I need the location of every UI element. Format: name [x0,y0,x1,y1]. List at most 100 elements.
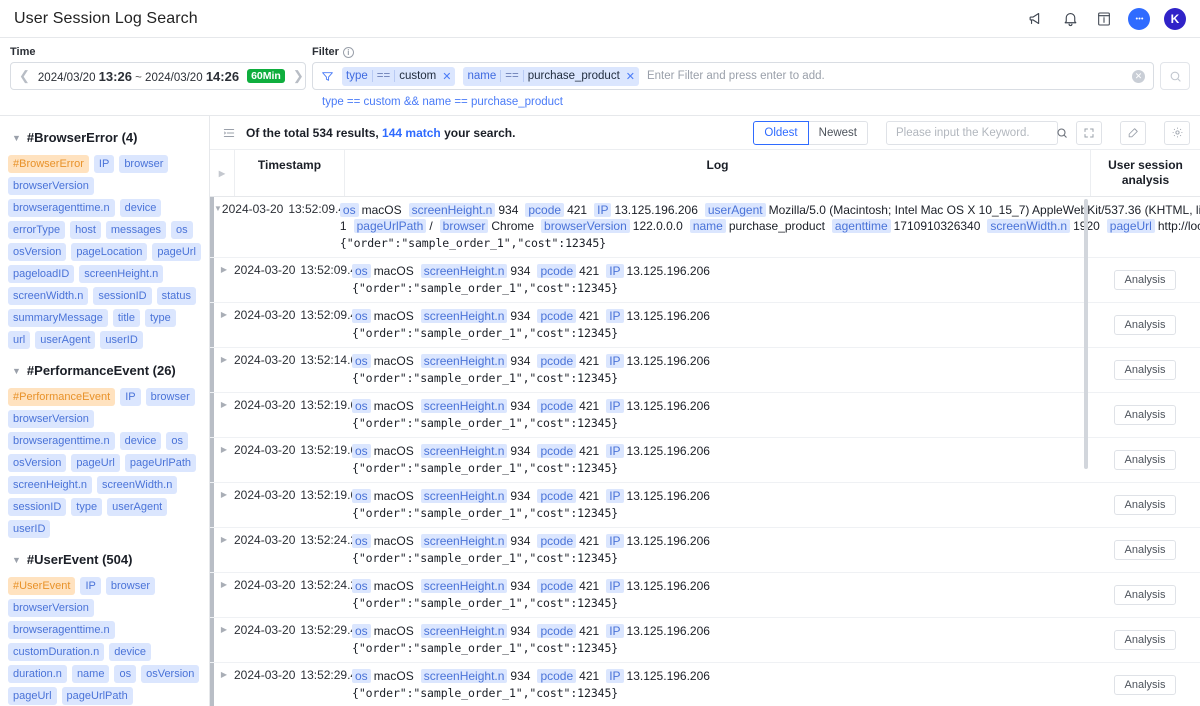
sidebar-field-tag[interactable]: browseragenttime.n [8,621,115,639]
sidebar-field-tag[interactable]: pageUrlPath [61,687,133,705]
log-field-key[interactable]: pcode [537,579,577,593]
log-field-key[interactable]: pcode [537,444,577,458]
settings-gear-button[interactable] [1164,120,1190,145]
sidebar-field-tag[interactable]: IP [93,155,115,173]
keyword-search-box[interactable] [886,120,1067,145]
log-field-key[interactable]: os [352,354,371,368]
log-field-key[interactable]: os [352,399,371,413]
sidebar-field-tag[interactable]: browser [119,155,169,173]
results-scrollbar-thumb[interactable] [1084,199,1088,469]
fullscreen-button[interactable] [1076,120,1102,145]
highlighter-button[interactable] [1120,120,1146,145]
sidebar-field-tag[interactable]: IP [120,388,141,406]
log-field-key[interactable]: screenHeight.n [420,264,508,278]
table-row[interactable]: ▶ 2024-03-20 13:52:19.627 os macOS screenHeig… [210,393,1200,438]
log-field-key[interactable]: screenHeight.n [420,489,508,503]
sidebar-field-tag[interactable]: osVersion [141,665,200,683]
sidebar-field-tag[interactable]: browserVersion [8,177,94,195]
sidebar-field-tag[interactable]: browserVersion [8,599,94,617]
log-field-key[interactable]: pageUrl [1106,219,1155,233]
collapse-all-icon[interactable] [222,126,236,140]
sidebar-field-tag[interactable]: screenWidth.n [8,287,89,305]
log-field-key[interactable]: screenHeight.n [420,399,508,413]
row-expand-toggle[interactable]: ▶ [214,258,234,302]
search-icon[interactable] [1056,127,1068,139]
analysis-button[interactable]: Analysis [1113,585,1177,605]
time-prev-button[interactable]: ❮ [17,68,32,84]
log-field-key[interactable]: screenHeight.n [408,203,496,217]
sidebar-field-tag[interactable]: name [71,665,110,683]
sidebar-field-tag[interactable]: host [70,221,101,239]
table-row[interactable]: ▶ 2024-03-20 13:52:29.484 os macOS screenHeig… [210,618,1200,663]
results-table-body[interactable]: ▼ 2024-03-20 13:52:09.443 os macOS screenHeig… [210,197,1200,706]
sidebar-field-tag[interactable]: browseragenttime.n [8,199,115,217]
log-field-key[interactable]: IP [606,534,624,548]
sidebar-group-header[interactable]: ▼ #BrowserError (4) [12,130,201,145]
sidebar-field-tag[interactable]: duration.n [8,665,67,683]
log-field-key[interactable]: browser [439,219,489,233]
sidebar-group-header[interactable]: ▼ #PerformanceEvent (26) [12,363,201,378]
analysis-button[interactable]: Analysis [1113,405,1177,425]
sidebar-field-tag[interactable]: pageUrl [152,243,201,261]
log-field-key[interactable]: IP [606,309,624,323]
log-field-key[interactable]: browserVersion [541,219,630,233]
keyword-input[interactable] [894,125,1052,140]
chevron-down-icon[interactable]: ▼ [12,366,21,376]
clear-icon[interactable]: ✕ [1132,69,1145,83]
analysis-button[interactable]: Analysis [1113,315,1177,335]
table-row[interactable]: ▶ 2024-03-20 13:52:24.299 os macOS screenHeig… [210,573,1200,618]
row-expand-toggle[interactable]: ▶ [214,528,234,572]
log-field-key[interactable]: IP [606,579,624,593]
sidebar-field-tag[interactable]: IP [80,577,101,595]
log-field-key[interactable]: IP [606,399,624,413]
log-field-key[interactable]: os [352,444,371,458]
row-expand-toggle[interactable]: ▶ [214,483,234,527]
row-expand-toggle[interactable]: ▶ [214,573,234,617]
log-field-key[interactable]: screenHeight.n [420,309,508,323]
sidebar-field-tag[interactable]: screenHeight.n [79,265,164,283]
sidebar-field-tag[interactable]: os [171,221,193,239]
search-submit-button[interactable] [1160,62,1190,90]
log-field-key[interactable]: userAgent [704,203,766,217]
sidebar-category-tag[interactable]: #UserEvent [8,577,76,595]
log-field-key[interactable]: os [352,624,371,638]
sidebar-field-tag[interactable]: browser [145,388,195,406]
info-icon[interactable]: i [342,46,354,58]
row-expand-toggle[interactable]: ▶ [214,663,234,706]
sidebar-field-tag[interactable]: userAgent [35,331,96,349]
filter-chip-remove-icon[interactable]: ✕ [442,70,451,83]
sort-order-toggle[interactable]: Oldest Newest [753,120,868,145]
log-field-key[interactable]: os [352,669,371,683]
log-field-key[interactable]: pcode [537,534,577,548]
table-row[interactable]: ▶ 2024-03-20 13:52:29.484 os macOS screenHeig… [210,663,1200,706]
sidebar-category-tag[interactable]: #PerformanceEvent [8,388,116,406]
sidebar-field-tag[interactable]: userAgent [107,498,168,516]
sidebar-field-tag[interactable]: sessionID [93,287,152,305]
sidebar-category-tag[interactable]: #BrowserError [8,155,89,173]
sidebar-field-tag[interactable]: os [114,665,137,683]
sidebar-field-tag[interactable]: userID [8,520,51,538]
sidebar-field-tag[interactable]: os [166,432,189,450]
filter-input[interactable]: type == custom ✕ name == purchase_product ✕ Ent… [312,62,1154,90]
sidebar-field-tag[interactable]: screenHeight.n [8,476,92,494]
sidebar-group-header[interactable]: ▼ #UserEvent (504) [12,552,201,567]
sidebar-field-tag[interactable]: pageLocation [71,243,148,261]
log-field-key[interactable]: pcode [537,399,577,413]
log-field-key[interactable]: pcode [537,489,577,503]
announcement-icon[interactable] [1026,9,1046,29]
analysis-button[interactable]: Analysis [1113,675,1177,695]
log-field-key[interactable]: IP [606,354,624,368]
chevron-down-icon[interactable]: ▼ [12,133,21,143]
filter-chip[interactable]: name == purchase_product ✕ [463,66,639,86]
sidebar-field-tag[interactable]: type [71,498,103,516]
table-row[interactable]: ▶ 2024-03-20 13:52:24.299 os macOS screenHeig… [210,528,1200,573]
table-row[interactable]: ▶ 2024-03-20 13:52:19.627 os macOS screenHeig… [210,483,1200,528]
sidebar-field-tag[interactable]: type [144,309,176,327]
log-field-key[interactable]: os [352,579,371,593]
sidebar-field-tag[interactable]: browserVersion [8,410,94,428]
user-avatar[interactable]: K [1164,7,1186,30]
sidebar-field-tag[interactable]: errorType [8,221,66,239]
log-field-key[interactable]: IP [606,669,624,683]
log-field-key[interactable]: os [352,489,371,503]
sidebar-field-tag[interactable]: title [112,309,140,327]
